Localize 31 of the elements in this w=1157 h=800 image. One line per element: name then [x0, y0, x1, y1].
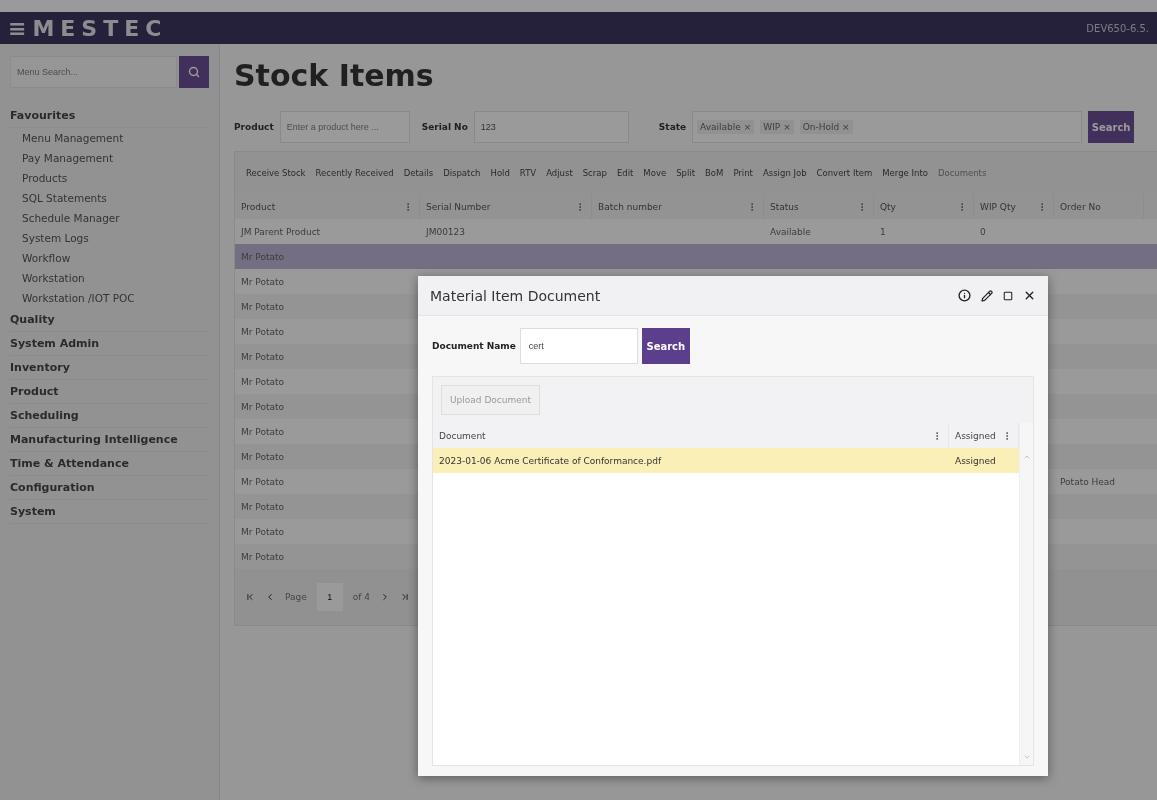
dialog-title: Material Item Document	[430, 287, 601, 304]
table-cell-text: Mr Potato	[240, 501, 286, 512]
field-label: Product	[234, 122, 274, 132]
table-cell-text: Mr Potato	[240, 276, 286, 287]
table-cell-text: 2023-01-06 Acme Certificate of Conformance.pdf	[438, 455, 663, 466]
table-cell-text: Mr Potato	[240, 451, 286, 462]
table-cell-text: Mr Potato	[240, 251, 286, 262]
table-cell-text: Mr Potato	[240, 401, 286, 412]
app-logo: ≡MESTEC	[8, 15, 168, 41]
table-cell-text: Mr Potato	[240, 326, 286, 337]
table-cell-text: 1	[879, 226, 887, 237]
table-cell-text: Mr Potato	[240, 551, 286, 562]
version-label: DEV650-6.5.	[1086, 22, 1149, 34]
table-cell-text: JM Parent Product	[239, 226, 322, 237]
table-cell-text: Mr Potato	[240, 351, 286, 362]
table-cell-text: Mr Potato	[240, 526, 286, 537]
page-label: Page	[285, 592, 307, 602]
field-label: State	[658, 122, 687, 132]
page-title: Stock Items	[234, 58, 435, 93]
table-cell-text: Mr Potato	[240, 376, 286, 387]
table-cell-text: Potato Head	[1059, 476, 1117, 487]
table-cell-text: 0	[979, 226, 987, 237]
field-label: Document Name	[432, 341, 516, 351]
table-cell-text: Mr Potato	[240, 476, 286, 487]
table-cell-text: Mr Potato	[240, 301, 286, 312]
table-cell-text: JM00123	[424, 226, 467, 237]
field-label: Serial No	[421, 122, 468, 132]
page-count: of 4	[352, 592, 371, 602]
table-cell-text: Available	[769, 226, 812, 237]
table-cell-text: Assigned	[954, 455, 997, 466]
table-cell-text: Mr Potato	[240, 426, 286, 437]
